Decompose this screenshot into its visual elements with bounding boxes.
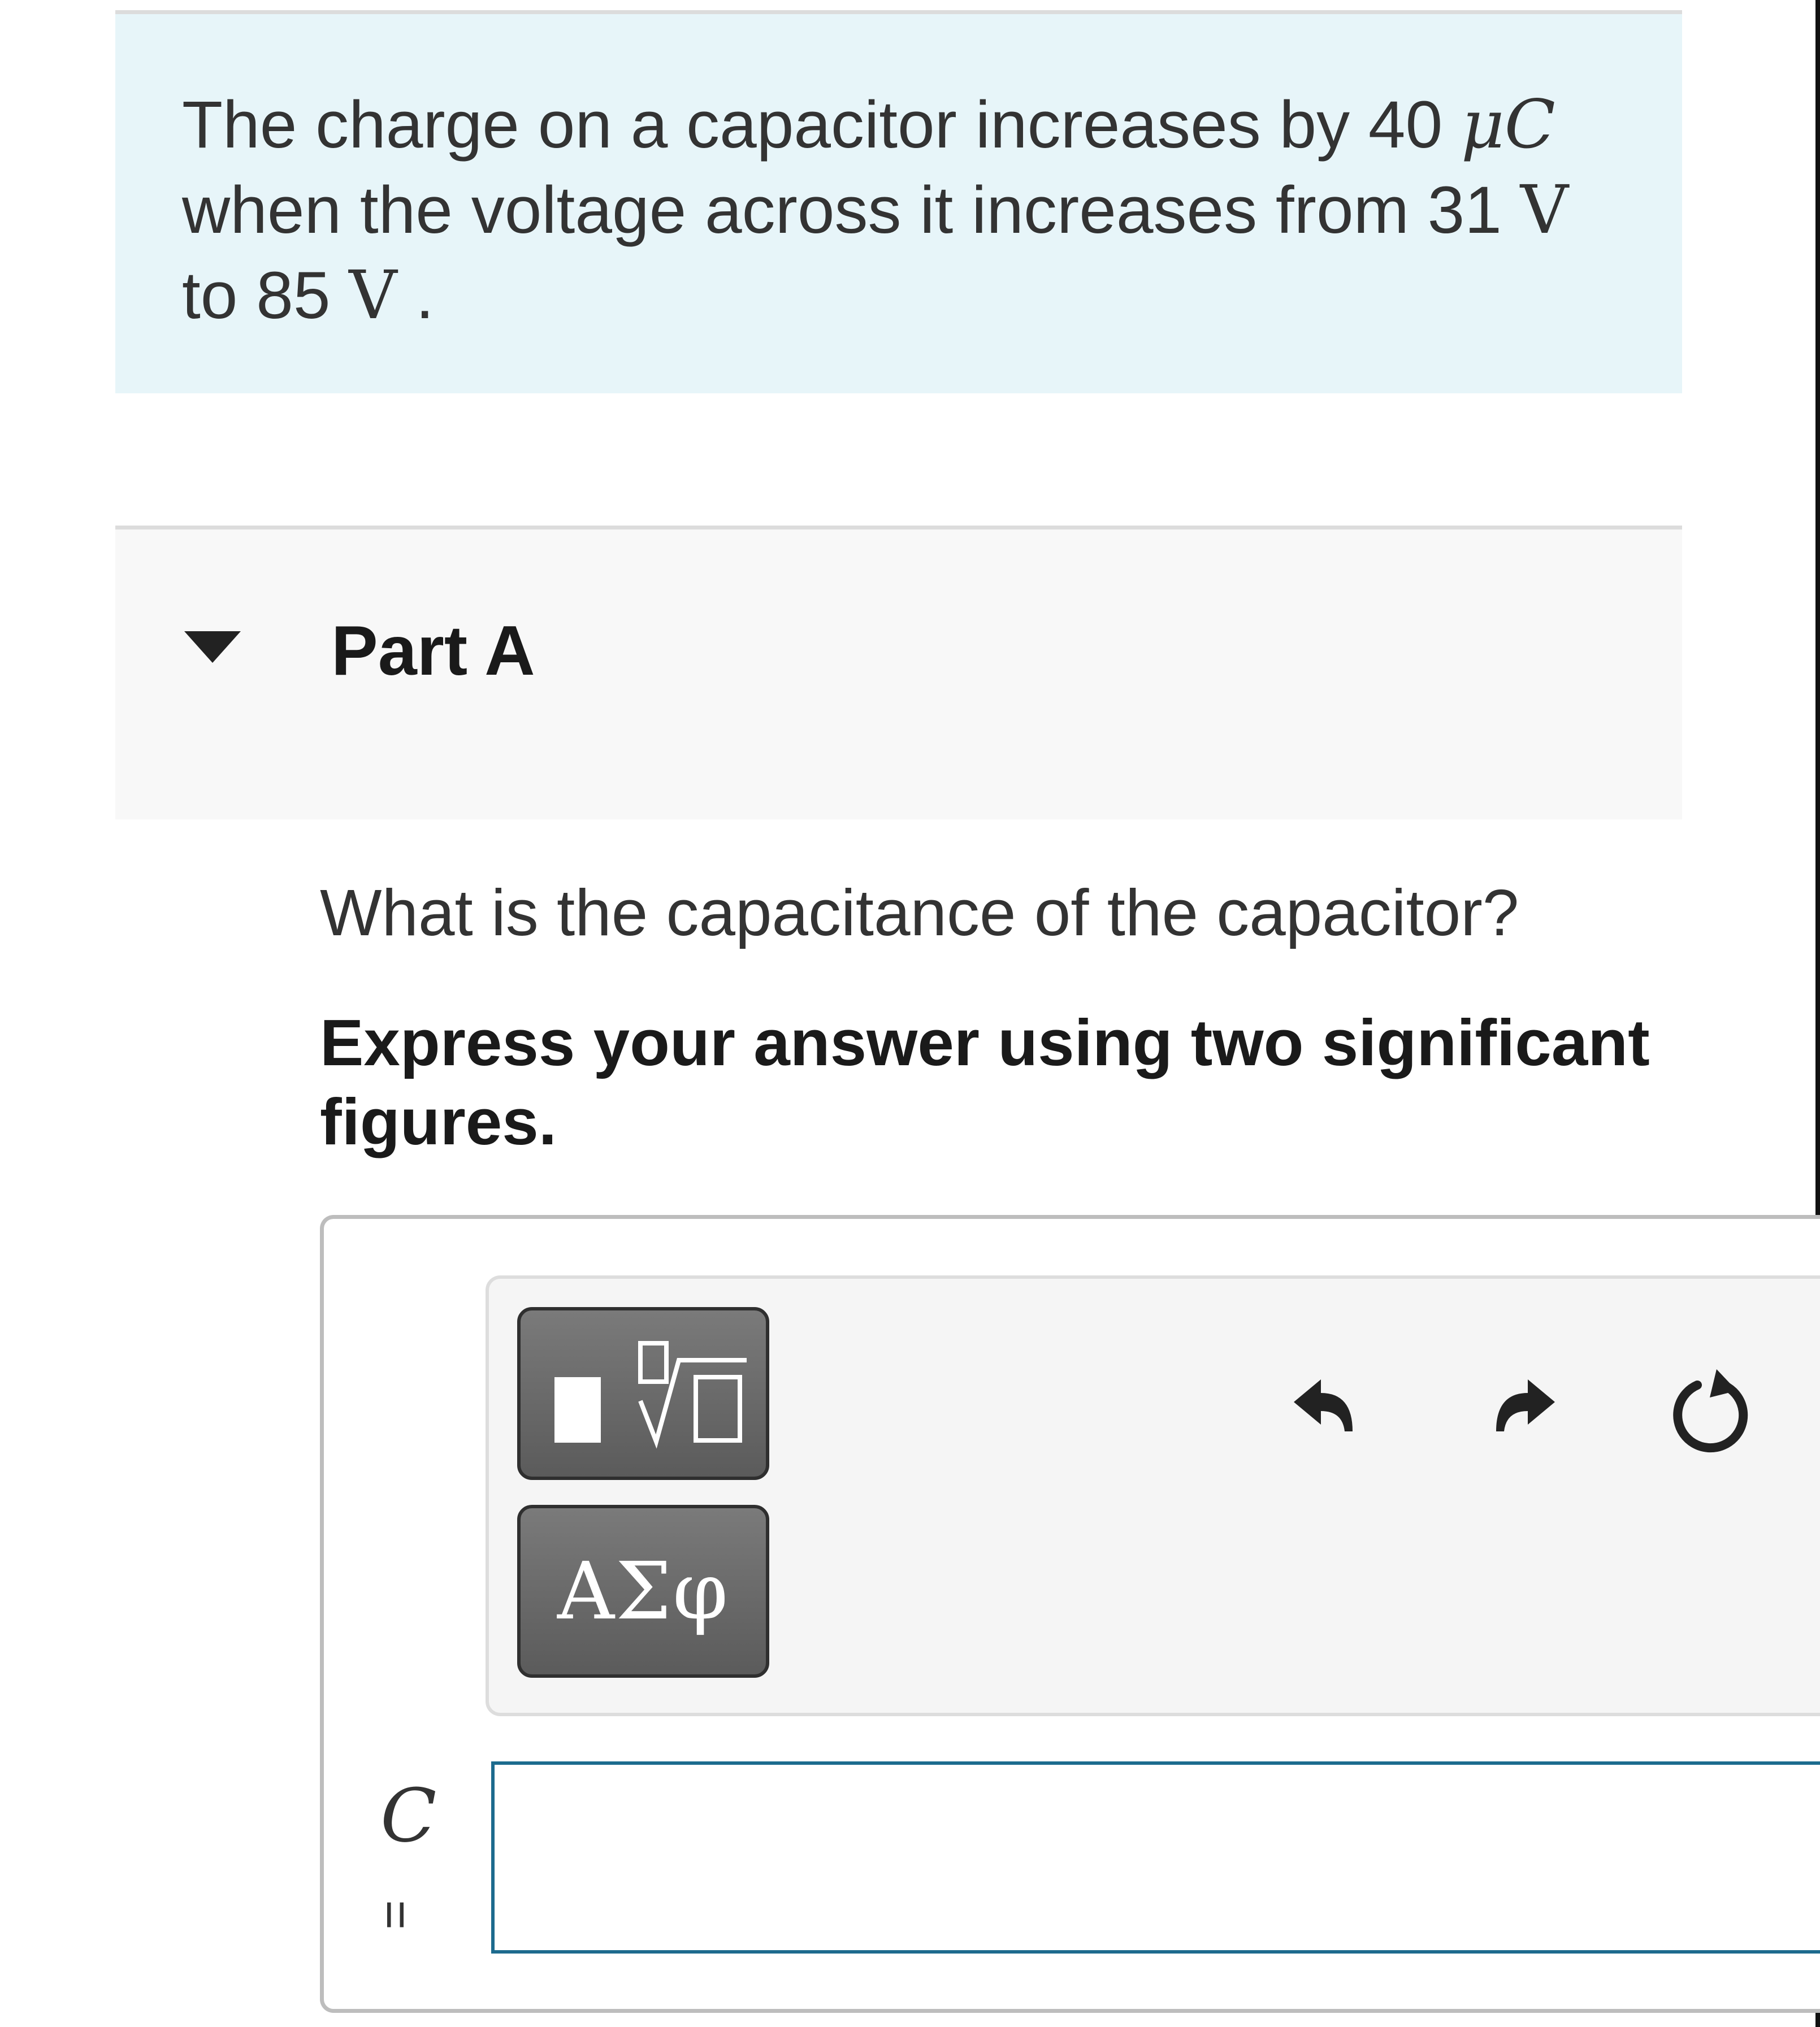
problem-statement: The charge on a capacitor increases by 4… — [115, 10, 1682, 393]
answer-input[interactable] — [491, 1761, 1820, 1954]
math-toolbar: ΑΣφ — [486, 1275, 1820, 1716]
problem-text-end: . — [397, 258, 435, 333]
problem-text-3: to 85 — [182, 258, 349, 333]
page: The charge on a capacitor increases by 4… — [0, 0, 1820, 2027]
unit-volt-1: V — [1520, 171, 1568, 249]
problem-text: The charge on a capacitor increases by 4… — [182, 82, 1629, 338]
part-title: Part A — [331, 612, 535, 690]
part-a-header[interactable]: Part A — [115, 526, 1682, 819]
answer-variable: C — [380, 1773, 437, 1859]
reset-icon[interactable] — [1665, 1364, 1761, 1460]
greek-symbols-button[interactable]: ΑΣφ — [517, 1505, 769, 1678]
caret-down-icon[interactable] — [184, 631, 241, 663]
unit-volt-2: V — [349, 256, 397, 334]
instruction-text: Express your answer using two significan… — [320, 1006, 1650, 1158]
answer-container: ΑΣφ C = — [320, 1215, 1820, 2013]
problem-text-1: The charge on a capacitor increases by 4… — [182, 88, 1461, 162]
redo-icon[interactable] — [1484, 1369, 1563, 1448]
undo-icon[interactable] — [1286, 1369, 1365, 1448]
unit-microcoulomb: μC — [1461, 85, 1555, 163]
templates-sqrt-icon — [554, 1341, 747, 1449]
question-text: What is the capacitance of the capacitor… — [320, 876, 1519, 949]
templates-button[interactable] — [517, 1307, 769, 1480]
equals-sign: = — [367, 1900, 424, 1930]
problem-text-2: when the voltage across it increases fro… — [182, 173, 1520, 248]
greek-label: ΑΣφ — [557, 1545, 730, 1638]
